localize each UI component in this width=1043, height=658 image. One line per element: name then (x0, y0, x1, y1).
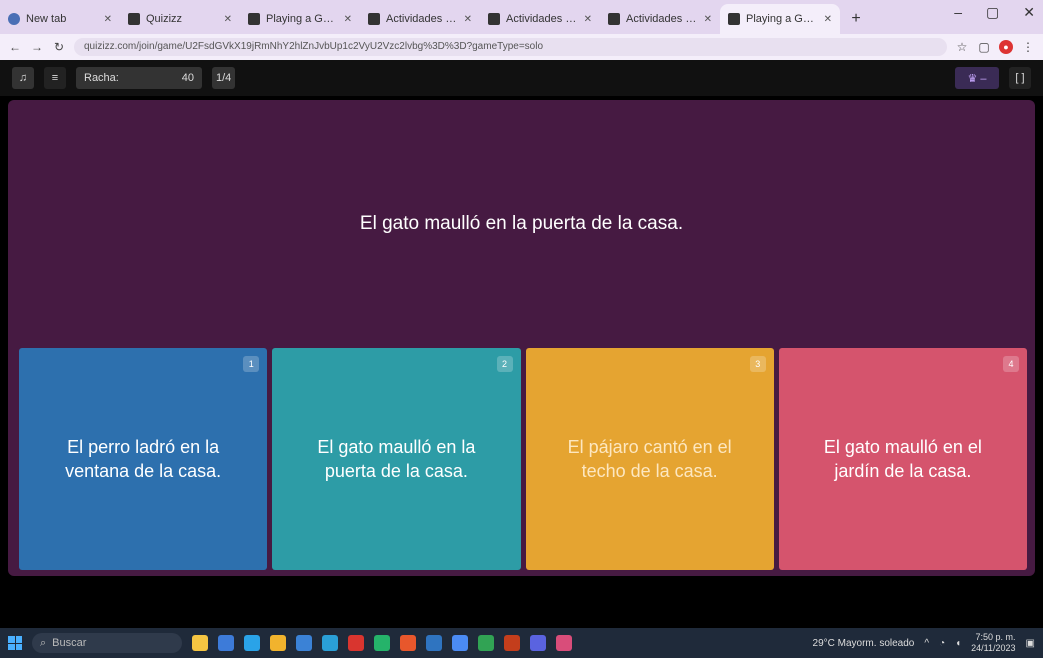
office-icon[interactable] (400, 635, 416, 651)
browser-tab[interactable]: Quizizz ✕ (120, 4, 240, 34)
weather-widget[interactable]: 29°C Mayorm. soleado (813, 638, 915, 649)
clock-time: 7:50 p. m. (975, 632, 1016, 642)
teams-icon[interactable] (530, 635, 546, 651)
back-button[interactable]: ← (8, 40, 22, 54)
option-text: El pájaro cantó en el techo de la casa. (567, 437, 732, 481)
globe-icon (8, 13, 20, 25)
option-text: El perro ladró en la ventana de la casa. (65, 437, 222, 481)
profile-icon[interactable]: ● (999, 40, 1013, 54)
forward-button[interactable]: → (30, 40, 44, 54)
close-tab-icon[interactable]: ✕ (464, 14, 472, 25)
question-counter: 1/4 (212, 67, 236, 89)
quizizz-icon (368, 13, 380, 25)
question-card: El gato maulló en la puerta de la casa. … (8, 100, 1035, 576)
quizizz-icon (488, 13, 500, 25)
browser-toolbar: ← → ↻ quizizz.com/join/game/U2FsdGVkX19j… (0, 34, 1043, 60)
menu-icon[interactable]: ⋮ (1021, 40, 1035, 54)
streak-value: 40 (181, 72, 194, 84)
minimize-button[interactable]: – (954, 4, 962, 21)
search-placeholder: Buscar (52, 637, 87, 649)
browser-tabstrip: New tab✕ Quizizz✕ Playing a Game - Quizi… (0, 0, 1043, 34)
browser-tab[interactable]: New tab ✕ (0, 4, 120, 34)
game-topbar: ♫ ≡ Racha: 40 1/4 ♛ – [ ] (0, 60, 1043, 96)
option-text: El gato maulló en la puerta de la casa. (317, 437, 476, 481)
wifi-icon[interactable]: ◔ (939, 638, 945, 649)
option-number-badge: 3 (749, 356, 766, 372)
close-tab-icon[interactable]: ✕ (104, 14, 112, 25)
close-tab-icon[interactable]: ✕ (224, 14, 232, 25)
question-text: El gato maulló en la puerta de la casa. (359, 213, 684, 234)
file-explorer-icon[interactable] (270, 635, 286, 651)
browser-tab-active[interactable]: Playing a Game - Q✕ (720, 4, 840, 34)
word-icon[interactable] (426, 635, 442, 651)
window-controls: – ▢ ✕ (954, 4, 1035, 21)
edge-icon[interactable] (244, 635, 260, 651)
quizizz-icon (248, 13, 260, 25)
excel-icon[interactable] (478, 635, 494, 651)
theme-button[interactable]: ♛ – (955, 67, 999, 89)
menu-icon: ≡ (51, 72, 59, 84)
streak-indicator: Racha: 40 (76, 67, 202, 89)
streak-label: Racha: (84, 72, 119, 84)
browser-tab[interactable]: Actividades con Oracio✕ (360, 4, 480, 34)
close-tab-icon[interactable]: ✕ (824, 14, 832, 25)
search-icon: ⌕ (40, 637, 47, 649)
browser-tab[interactable]: Actividades con Oracio✕ (480, 4, 600, 34)
widgets-icon[interactable] (192, 635, 208, 651)
powerpoint-icon[interactable] (504, 635, 520, 651)
chrome-icon[interactable] (452, 635, 468, 651)
reload-button[interactable]: ↻ (52, 40, 66, 54)
answer-option-1[interactable]: 1 El perro ladró en la ventana de la cas… (19, 348, 268, 570)
browser-tab[interactable]: Playing a Game - Quizizz✕ (240, 4, 360, 34)
youtube-icon[interactable] (348, 635, 364, 651)
quizizz-icon (608, 13, 620, 25)
os-taskbar: ⌕ Buscar 29°C Mayorm. soleado ^ ◔ ◖ 7:50… (0, 628, 1043, 658)
close-tab-icon[interactable]: ✕ (584, 14, 592, 25)
answer-option-3[interactable]: 3 El pájaro cantó en el techo de la casa… (525, 348, 774, 570)
close-tab-icon[interactable]: ✕ (344, 14, 352, 25)
option-number-badge: 2 (496, 356, 513, 372)
quizizz-icon (128, 13, 140, 25)
option-text: El gato maulló en el jardín de la casa. (823, 437, 982, 481)
notifications-icon[interactable]: ▣ (1026, 638, 1035, 649)
tray-chevron-icon[interactable]: ^ (924, 638, 929, 649)
music-toggle-button[interactable]: ♫ (12, 67, 34, 89)
answer-option-4[interactable]: 4 El gato maulló en el jardín de la casa… (778, 348, 1027, 570)
close-tab-icon[interactable]: ✕ (704, 14, 712, 25)
close-window-button[interactable]: ✕ (1023, 4, 1035, 21)
new-tab-button[interactable]: + (844, 7, 868, 31)
fullscreen-button[interactable]: [ ] (1009, 67, 1031, 89)
system-tray: 29°C Mayorm. soleado ^ ◔ ◖ 7:50 p. m. 24… (813, 632, 1035, 654)
browser-tab[interactable]: Actividades con Oracio✕ (600, 4, 720, 34)
clock-date: 24/11/2023 (971, 643, 1016, 653)
quizizz-icon (728, 13, 740, 25)
mail-icon[interactable] (322, 635, 338, 651)
windows-start-icon[interactable] (8, 636, 22, 650)
store-icon[interactable] (296, 635, 312, 651)
option-number-badge: 4 (1003, 356, 1019, 372)
address-bar[interactable]: quizizz.com/join/game/U2FsdGVkX19jRmNhY2… (74, 38, 947, 56)
option-number-badge: 1 (243, 356, 260, 372)
clock[interactable]: 7:50 p. m. 24/11/2023 (971, 632, 1015, 654)
answer-option-2[interactable]: 2 El gato maulló en la puerta de la casa… (272, 348, 521, 570)
settings-button[interactable]: ≡ (44, 67, 66, 89)
volume-icon[interactable]: ◖ (955, 638, 961, 649)
photos-icon[interactable] (556, 635, 572, 651)
whatsapp-icon[interactable] (374, 635, 390, 651)
answer-options: 1 El perro ladró en la ventana de la cas… (19, 348, 1027, 570)
taskbar-search[interactable]: ⌕ Buscar (32, 633, 182, 653)
task-view-icon[interactable] (218, 635, 234, 651)
sidepanel-icon[interactable]: ▢ (977, 40, 991, 54)
bookmark-star-icon[interactable]: ☆ (955, 40, 969, 54)
maximize-button[interactable]: ▢ (986, 4, 999, 21)
